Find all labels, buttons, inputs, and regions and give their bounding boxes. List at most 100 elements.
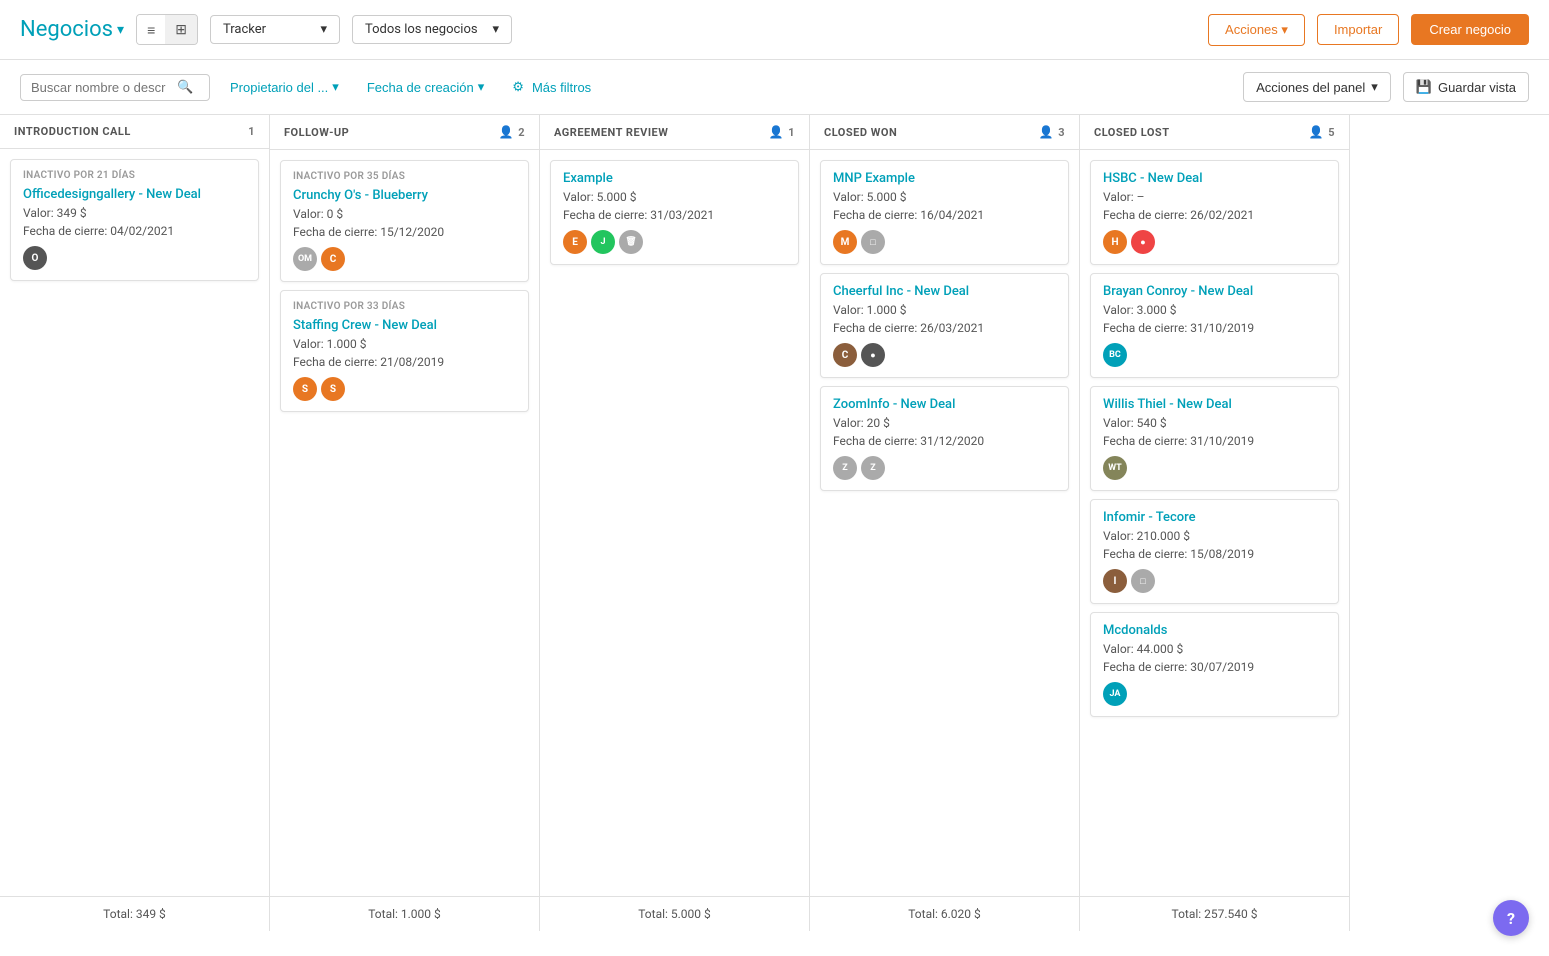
card-follow_up-1: INACTIVO POR 33 DÍAS Staffing Crew - New … <box>280 290 529 412</box>
tracker-chevron-icon: ▾ <box>320 22 327 37</box>
kanban-col-closed_won: CLOSED WON 👤 3 MNP ExampleValor: 5.000 $… <box>810 115 1080 931</box>
card-avatars: WT <box>1103 456 1326 480</box>
propietario-chevron-icon: ▾ <box>332 79 339 95</box>
save-view-label: Guardar vista <box>1438 80 1516 95</box>
save-view-button[interactable]: 💾 Guardar vista <box>1403 72 1529 102</box>
card-value: Valor: 210.000 $ <box>1103 529 1326 543</box>
crear-negocio-button[interactable]: Crear negocio <box>1411 14 1529 45</box>
fecha-filter-button[interactable]: Fecha de creación ▾ <box>359 74 492 100</box>
card-title[interactable]: Brayan Conroy - New Deal <box>1103 284 1326 299</box>
col-header-closed_won: CLOSED WON 👤 3 <box>810 115 1079 150</box>
search-box[interactable]: 🔍 <box>20 74 210 101</box>
card-avatars: I□ <box>1103 569 1326 593</box>
save-icon: 💾 <box>1416 79 1432 95</box>
fecha-label: Fecha de creación <box>367 80 474 95</box>
mas-filtros-button[interactable]: ⚙ Más filtros <box>504 74 599 100</box>
card-title[interactable]: ZoomInfo - New Deal <box>833 397 1056 412</box>
card-title[interactable]: MNP Example <box>833 171 1056 186</box>
card-title[interactable]: HSBC - New Deal <box>1103 171 1326 186</box>
propietario-label: Propietario del ... <box>230 80 328 95</box>
col-header-intro_call: INTRODUCTION CALL 1 <box>0 115 269 149</box>
avatar: ● <box>1131 230 1155 254</box>
card-title[interactable]: Willis Thiel - New Deal <box>1103 397 1326 412</box>
propietario-filter-button[interactable]: Propietario del ... ▾ <box>222 74 347 100</box>
kanban-col-follow_up: FOLLOW-UP 👤 2 INACTIVO POR 35 DÍASCrunch… <box>270 115 540 931</box>
col-count-num-closed_lost: 5 <box>1328 126 1335 139</box>
app-title[interactable]: Negocios ▾ <box>20 17 124 42</box>
avatar: ● <box>861 343 885 367</box>
card-avatars: SS <box>293 377 516 401</box>
col-footer-closed_won: Total: 6.020 $ <box>810 896 1079 931</box>
card-agreement_review-0: Example Valor: 5.000 $ Fecha de cierre: 31… <box>550 160 799 265</box>
card-closed_lost-3: Infomir - Tecore Valor: 210.000 $ Fecha de… <box>1090 499 1339 604</box>
col-count-closed_won: 👤 3 <box>1039 125 1065 139</box>
col-count-num-intro_call: 1 <box>248 125 255 138</box>
col-count-num-agreement_review: 1 <box>788 126 795 139</box>
col-title-closed_lost: CLOSED LOST <box>1094 126 1170 139</box>
search-input[interactable] <box>31 80 171 95</box>
person-icon: 👤 <box>1309 125 1324 139</box>
search-icon: 🔍 <box>177 80 193 95</box>
card-title[interactable]: Cheerful Inc - New Deal <box>833 284 1056 299</box>
card-value: Valor: 540 $ <box>1103 416 1326 430</box>
person-icon: 👤 <box>769 125 784 139</box>
card-avatars: BC <box>1103 343 1326 367</box>
col-footer-intro_call: Total: 349 $ <box>0 896 269 931</box>
person-icon: 👤 <box>1039 125 1054 139</box>
avatar: C <box>833 343 857 367</box>
help-button[interactable]: ? <box>1493 900 1529 936</box>
col-footer-closed_lost: Total: 257.540 $ <box>1080 896 1349 931</box>
avatar: JA <box>1103 682 1127 706</box>
grid-view-button[interactable]: ⊞ <box>165 15 197 44</box>
importar-label: Importar <box>1334 22 1382 37</box>
app-title-chevron[interactable]: ▾ <box>117 22 124 38</box>
mas-filtros-label: Más filtros <box>532 80 591 95</box>
card-avatars: M□ <box>833 230 1056 254</box>
avatar: S <box>321 377 345 401</box>
avatar: I <box>1103 569 1127 593</box>
card-inactive-label: INACTIVO POR 33 DÍAS <box>293 301 516 312</box>
card-title[interactable]: Officedesigngallery - New Deal <box>23 187 246 202</box>
card-closed_lost-1: Brayan Conroy - New Deal Valor: 3.000 $ Fe… <box>1090 273 1339 378</box>
avatar: C <box>321 247 345 271</box>
card-date: Fecha de cierre: 26/02/2021 <box>1103 208 1326 222</box>
card-avatars: H● <box>1103 230 1326 254</box>
avatar: M <box>833 230 857 254</box>
col-footer-follow_up: Total: 1.000 $ <box>270 896 539 931</box>
list-view-button[interactable]: ≡ <box>137 15 165 44</box>
tracker-dropdown[interactable]: Tracker ▾ <box>210 15 340 44</box>
col-title-agreement_review: AGREEMENT REVIEW <box>554 126 668 139</box>
panel-actions-chevron-icon: ▾ <box>1371 79 1378 95</box>
card-date: Fecha de cierre: 31/03/2021 <box>563 208 786 222</box>
card-title[interactable]: Crunchy O's - Blueberry <box>293 188 516 203</box>
avatar: E <box>563 230 587 254</box>
card-intro_call-0: INACTIVO POR 21 DÍASOfficedesigngallery … <box>10 159 259 281</box>
avatar: Z <box>833 456 857 480</box>
panel-actions-button[interactable]: Acciones del panel ▾ <box>1243 72 1391 102</box>
card-avatars: JA <box>1103 682 1326 706</box>
card-value: Valor: 3.000 $ <box>1103 303 1326 317</box>
col-cards-closed_won: MNP ExampleValor: 5.000 $Fecha de cierre… <box>810 150 1079 896</box>
card-value: Valor: 20 $ <box>833 416 1056 430</box>
card-date: Fecha de cierre: 15/08/2019 <box>1103 547 1326 561</box>
person-icon: 👤 <box>499 125 514 139</box>
importar-button[interactable]: Importar <box>1317 14 1399 45</box>
acciones-button[interactable]: Acciones ▾ <box>1208 14 1305 46</box>
card-title[interactable]: Example <box>563 171 786 186</box>
card-date: Fecha de cierre: 31/10/2019 <box>1103 321 1326 335</box>
card-closed_lost-0: HSBC - New DealValor: –Fecha de cierre: … <box>1090 160 1339 265</box>
card-title[interactable]: Infomir - Tecore <box>1103 510 1326 525</box>
card-title[interactable]: Staffing Crew - New Deal <box>293 318 516 333</box>
card-avatars: C● <box>833 343 1056 367</box>
col-count-agreement_review: 👤 1 <box>769 125 795 139</box>
todos-dropdown[interactable]: Todos los negocios ▾ <box>352 15 512 44</box>
card-value: Valor: 1.000 $ <box>293 337 516 351</box>
card-value: Valor: 44.000 $ <box>1103 642 1326 656</box>
card-closed_won-2: ZoomInfo - New Deal Valor: 20 $ Fecha de c… <box>820 386 1069 491</box>
crear-label: Crear negocio <box>1429 22 1511 37</box>
col-count-intro_call: 1 <box>248 125 255 138</box>
card-value: Valor: 5.000 $ <box>563 190 786 204</box>
card-date: Fecha de cierre: 31/12/2020 <box>833 434 1056 448</box>
card-title[interactable]: Mcdonalds <box>1103 623 1326 638</box>
col-title-follow_up: FOLLOW-UP <box>284 126 349 139</box>
